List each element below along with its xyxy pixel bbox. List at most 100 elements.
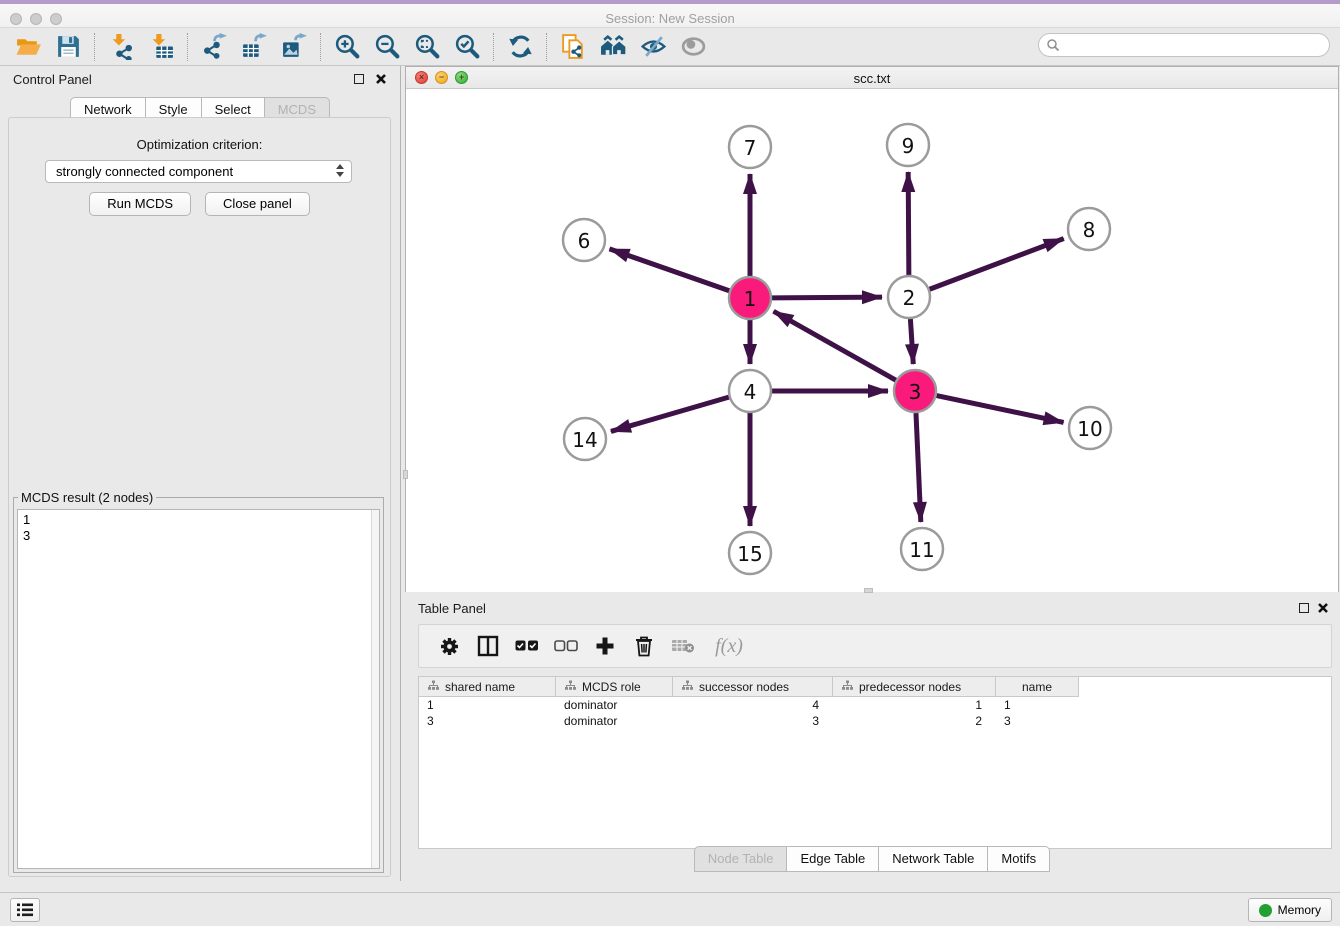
table-cell: dominator xyxy=(556,713,673,729)
graph-node-label: 9 xyxy=(902,134,915,158)
graph-node-label: 1 xyxy=(744,287,757,311)
export-table-icon xyxy=(241,33,268,60)
graph-edge-1-6[interactable] xyxy=(609,249,729,291)
memory-button[interactable]: Memory xyxy=(1248,898,1332,922)
toolbar-separator xyxy=(94,33,95,61)
graph-node-label: 7 xyxy=(744,136,757,160)
table-settings-button[interactable] xyxy=(434,630,464,662)
search-input[interactable] xyxy=(1060,36,1329,54)
zoom-in-button[interactable] xyxy=(327,31,367,63)
float-panel-icon[interactable] xyxy=(354,74,364,84)
zoom-selected-button[interactable] xyxy=(447,31,487,63)
column-header-predecessor-nodes[interactable]: predecessor nodes xyxy=(833,677,996,697)
control-panel-header: Control Panel xyxy=(0,66,400,92)
control-panel: Control Panel Network Style Select MCDS … xyxy=(0,66,401,881)
list-icon xyxy=(16,902,34,918)
titlebar: Session: New Session xyxy=(0,0,1340,28)
graph-node-label: 8 xyxy=(1083,218,1096,242)
table-panel: Table Panel xyxy=(405,595,1339,880)
eye-slash-icon xyxy=(640,33,667,60)
close-panel-icon[interactable] xyxy=(375,73,387,85)
status-bar: Memory xyxy=(0,892,1340,926)
show-all-button[interactable] xyxy=(673,31,713,63)
unselect-all-button[interactable] xyxy=(551,630,581,662)
horizontal-splitter-grip[interactable] xyxy=(864,588,873,593)
table-toolbar: f(x) xyxy=(418,624,1332,668)
export-network-button[interactable] xyxy=(194,31,234,63)
hide-selected-button[interactable] xyxy=(633,31,673,63)
save-session-button[interactable] xyxy=(48,31,88,63)
run-mcds-button[interactable]: Run MCDS xyxy=(89,192,191,216)
table-panel-header: Table Panel xyxy=(405,595,1339,621)
dropdown-arrows-icon xyxy=(336,164,344,177)
column-header-shared-name[interactable]: shared name xyxy=(419,677,556,697)
import-table-button[interactable] xyxy=(141,31,181,63)
vertical-splitter-grip[interactable] xyxy=(403,470,408,479)
graph-edge-2-9[interactable] xyxy=(908,172,909,275)
window-title: Session: New Session xyxy=(0,11,1340,26)
fx-icon: f(x) xyxy=(715,635,743,658)
graph-edge-3-1[interactable] xyxy=(774,311,896,380)
table-body: 1dominator4113dominator323 xyxy=(419,697,1079,729)
table-cell: 3 xyxy=(996,713,1079,729)
show-column-button[interactable] xyxy=(473,630,503,662)
delete-column-button[interactable] xyxy=(629,630,659,662)
attribute-tree-icon xyxy=(842,680,853,691)
clone-network-button[interactable] xyxy=(553,31,593,63)
mcds-result-scrollbar[interactable] xyxy=(371,510,379,868)
mcds-result-group: MCDS result (2 nodes) 1 3 xyxy=(13,490,384,873)
graph-node-label: 6 xyxy=(578,229,591,253)
close-table-panel-icon[interactable] xyxy=(1317,602,1329,614)
graph-edge-3-11[interactable] xyxy=(916,413,921,522)
table-row[interactable]: 3dominator323 xyxy=(419,713,1079,729)
add-column-button[interactable] xyxy=(590,630,620,662)
toolbar-separator xyxy=(493,33,494,61)
network-canvas[interactable]: 7968124314101511 xyxy=(406,89,1338,592)
graph-edge-2-3[interactable] xyxy=(910,319,913,364)
close-panel-button[interactable]: Close panel xyxy=(205,192,310,216)
import-network-button[interactable] xyxy=(101,31,141,63)
table-cell: 1 xyxy=(419,697,556,713)
graph-edge-1-2[interactable] xyxy=(772,297,882,298)
float-table-panel-icon[interactable] xyxy=(1299,603,1309,613)
delete-table-button[interactable] xyxy=(668,630,698,662)
network-window-title: scc.txt xyxy=(406,71,1338,86)
open-session-button[interactable] xyxy=(8,31,48,63)
select-all-button[interactable] xyxy=(512,630,542,662)
memory-label: Memory xyxy=(1278,903,1321,917)
save-disk-icon xyxy=(55,33,82,60)
attribute-tree-icon xyxy=(428,680,439,691)
control-panel-title: Control Panel xyxy=(13,72,92,87)
table-row[interactable]: 1dominator411 xyxy=(419,697,1079,713)
zoom-out-icon xyxy=(374,33,401,60)
criterion-dropdown[interactable]: strongly connected component xyxy=(45,160,352,183)
function-builder-button[interactable]: f(x) xyxy=(707,630,751,662)
export-table-button[interactable] xyxy=(234,31,274,63)
refresh-layout-button[interactable] xyxy=(500,31,540,63)
graph-edge-4-14[interactable] xyxy=(611,397,729,431)
table-cell: 1 xyxy=(833,697,996,713)
graph-node-label: 10 xyxy=(1077,417,1102,441)
column-header-successor-nodes[interactable]: successor nodes xyxy=(673,677,833,697)
table-cell: 2 xyxy=(833,713,996,729)
table-tab-network-table[interactable]: Network Table xyxy=(879,846,988,872)
mcds-result-text[interactable]: 1 3 xyxy=(17,509,380,869)
export-image-button[interactable] xyxy=(274,31,314,63)
column-header-name[interactable]: name xyxy=(996,677,1079,697)
graph-edge-3-10[interactable] xyxy=(937,396,1064,423)
zoom-out-button[interactable] xyxy=(367,31,407,63)
task-history-button[interactable] xyxy=(10,898,40,922)
main-toolbar xyxy=(0,28,1340,66)
graph-edge-2-8[interactable] xyxy=(930,239,1064,290)
table-cell: 3 xyxy=(419,713,556,729)
zoom-fit-button[interactable] xyxy=(407,31,447,63)
zoom-selected-icon xyxy=(454,33,481,60)
table-tab-motifs[interactable]: Motifs xyxy=(988,846,1050,872)
column-header-mcds-role[interactable]: MCDS role xyxy=(556,677,673,697)
table-tab-node-table[interactable]: Node Table xyxy=(694,846,788,872)
clone-network-icon xyxy=(560,33,587,60)
houses-button[interactable] xyxy=(593,31,633,63)
refresh-icon xyxy=(507,33,534,60)
table-tab-edge-table[interactable]: Edge Table xyxy=(787,846,879,872)
open-folder-icon xyxy=(15,33,42,60)
